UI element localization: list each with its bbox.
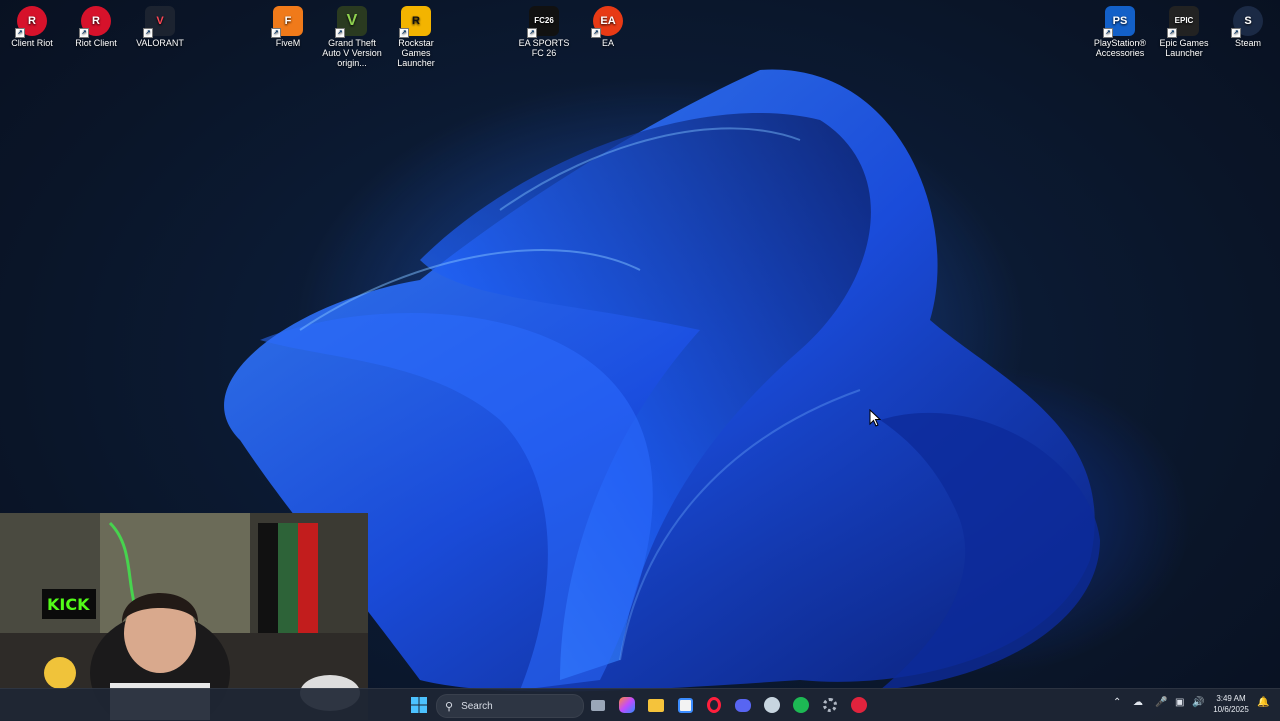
epic-games-icon: EPIC ↗ [1167,6,1199,38]
file-explorer-button[interactable] [645,694,667,716]
valorant-icon: V ↗ [143,6,175,38]
task-view-button[interactable] [587,694,609,716]
start-icon [411,697,427,713]
desktop-icon-valorant[interactable]: V ↗ VALORANT [128,0,192,48]
microphone-icon[interactable]: 🎤 [1155,697,1167,708]
system-clock[interactable]: 3:49 AM 10/6/2025 [1208,693,1254,715]
copilot-button[interactable] [616,694,638,716]
spotify-icon [793,697,809,713]
desktop-icon-gta-v[interactable]: V ↗ Grand Theft Auto V Version origin... [320,0,384,68]
steam-taskbar-button[interactable] [761,694,783,716]
desktop-icon-label: Grand Theft Auto V Version origin... [322,38,382,68]
discord-button[interactable] [732,694,754,716]
desktop-icon-label: Riot Client [75,38,117,48]
desktop-icon-label: Epic Games Launcher [1159,38,1209,58]
notification-icon[interactable]: 🔔 [1257,697,1269,708]
desktop-icon-fivem[interactable]: F ↗ FiveM [256,0,320,48]
search-placeholder: Search [461,700,493,712]
steam-icon [764,697,780,713]
microsoft-store-icon [677,697,693,713]
desktop-icon-ea[interactable]: EA ↗ EA [576,0,640,48]
desktop-icon-label: Steam [1234,38,1261,48]
volume-icon[interactable]: 🔊 [1192,697,1204,708]
desktop-icon-steam[interactable]: S ↗ Steam [1216,0,1280,48]
desktop-icon-client-riot[interactable]: R ↗ Client Riot [0,0,64,48]
chevron-up-icon[interactable]: ⌃ [1113,697,1121,708]
settings-button[interactable] [819,694,841,716]
desktop-icon-playstation-accessories[interactable]: PS ↗ PlayStation® Accessories [1088,0,1152,58]
desktop-icon-label: Rockstar Games Launcher [397,38,435,68]
desktop-icon-riot-client[interactable]: R ↗ Riot Client [64,0,128,48]
settings-icon [823,698,837,712]
spotify-button[interactable] [790,694,812,716]
ea-icon: EA ↗ [591,6,623,38]
desktop-icon-fc26[interactable]: FC26 ↗ EA SPORTS FC 26 [512,0,576,58]
fc26-icon: FC26 ↗ [527,6,559,38]
start-button[interactable] [408,694,430,716]
riot-client-icon: R ↗ [15,6,47,38]
discord-icon [735,698,751,712]
search-icon: ⚲ [445,700,454,713]
steam-icon: S ↗ [1231,6,1263,38]
cloud-icon[interactable]: ☁ [1133,697,1143,708]
app-button[interactable] [848,694,870,716]
clock-date: 10/6/2025 [1213,705,1249,714]
desktop-icon-label: PlayStation® Accessories [1093,38,1147,58]
desktop-icon-label: Client Riot [11,38,53,48]
file-explorer-icon [648,698,664,712]
riot-client-icon: R ↗ [79,6,111,38]
desktop-icon-label: FiveM [275,38,301,48]
rockstar-icon: R ↗ [399,6,431,38]
taskbar: ⚲ Search ⌃ ☁ 🎤 ▣ 🔊 3:49 AM 10/6/2025 🔔 [0,688,1280,721]
gta-v-icon: V ↗ [335,6,367,38]
opera-gx-button[interactable] [703,694,725,716]
search-box[interactable]: ⚲ Search [436,694,584,718]
desktop-icon-label: EA SPORTS FC 26 [518,38,570,58]
desktop-icon-label: VALORANT [136,38,184,48]
app-icon [851,697,867,713]
copilot-icon [619,697,635,713]
mouse-cursor-icon [869,409,881,427]
task-view-icon [591,699,605,711]
playstation-accessories-icon: PS ↗ [1103,6,1135,38]
microsoft-store-button[interactable] [674,694,696,716]
opera-gx-icon [707,697,721,713]
clock-time: 3:49 AM [1216,694,1246,703]
kick-sign: KICK [47,595,90,614]
fivem-icon: F ↗ [271,6,303,38]
network-icon[interactable]: ▣ [1175,697,1184,708]
desktop-icon-rockstar[interactable]: R ↗ Rockstar Games Launcher [384,0,448,68]
desktop-icon-label: EA [601,38,614,48]
desktop-icon-epic-games[interactable]: EPIC ↗ Epic Games Launcher [1152,0,1216,58]
